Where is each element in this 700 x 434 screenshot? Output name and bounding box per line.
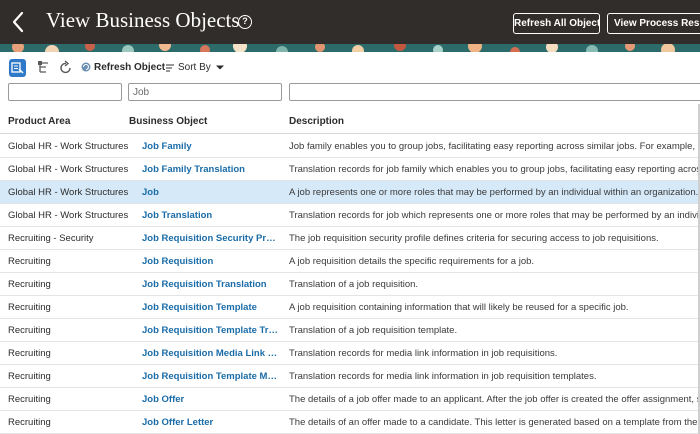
table-row[interactable]: Recruiting Job Requisition Template Tran…	[0, 319, 700, 342]
table-row[interactable]: Recruiting Job Requisition Template Medi…	[0, 365, 700, 388]
business-object-link[interactable]: Job Requisition Media Link Tran...	[142, 348, 280, 359]
tree-icon[interactable]	[36, 59, 52, 77]
table-row[interactable]: Recruiting Job Requisition Translation T…	[0, 273, 700, 296]
product-area-cell: Recruiting	[8, 371, 51, 382]
description-cell: Translation of a job requisition.	[289, 279, 419, 290]
page-header: View Business Objects ? Refresh All Obje…	[0, 0, 700, 44]
back-chevron-icon[interactable]	[8, 8, 28, 36]
description-cell: Translation records for media link infor…	[289, 348, 558, 359]
sort-by-button[interactable]: Sort By	[178, 62, 211, 73]
refresh-object-button[interactable]: Refresh Object	[94, 62, 165, 73]
refresh-object-icon[interactable]	[79, 59, 93, 77]
table-header: Product Area Business Object Description	[0, 108, 700, 134]
business-object-link[interactable]: Job Requisition Security Profile	[142, 233, 280, 244]
product-area-cell: Global HR - Work Structures	[8, 141, 129, 152]
product-area-cell: Recruiting	[8, 256, 51, 267]
product-area-cell: Global HR - Work Structures	[8, 187, 129, 198]
business-object-filter-input[interactable]	[128, 83, 282, 101]
page-title: View Business Objects	[46, 8, 240, 32]
help-icon[interactable]: ?	[238, 15, 252, 29]
table-body: Global HR - Work Structures Job Family J…	[0, 135, 700, 434]
description-cell: Translation records for media link infor…	[289, 371, 597, 382]
select-mode-icon[interactable]	[9, 59, 26, 77]
sort-icon[interactable]	[164, 59, 176, 77]
dropdown-caret-icon[interactable]	[215, 59, 225, 77]
product-area-cell: Recruiting	[8, 417, 51, 428]
table-row[interactable]: Recruiting - Security Job Requisition Se…	[0, 227, 700, 250]
description-cell: The details of an offer made to a candid…	[289, 417, 700, 428]
product-area-cell: Recruiting	[8, 302, 51, 313]
description-cell: Translation records for job family which…	[289, 164, 700, 175]
business-object-link[interactable]: Job Requisition Template Media...	[142, 371, 280, 382]
description-cell: Translation of a job requisition templat…	[289, 325, 458, 336]
product-area-cell: Recruiting	[8, 394, 51, 405]
description-cell: A job represents one or more roles that …	[289, 187, 699, 198]
table-row[interactable]: Recruiting Job Offer Letter The details …	[0, 411, 700, 434]
business-object-link[interactable]: Job Translation	[142, 210, 280, 221]
business-object-link[interactable]: Job	[142, 187, 280, 198]
product-area-cell: Global HR - Work Structures	[8, 164, 129, 175]
product-area-cell: Recruiting	[8, 325, 51, 336]
product-area-cell: Recruiting - Security	[8, 233, 94, 244]
description-filter-input[interactable]	[289, 83, 700, 101]
product-area-filter-input[interactable]	[8, 83, 122, 101]
business-object-link[interactable]: Job Offer Letter	[142, 417, 280, 428]
column-header-business-object[interactable]: Business Object	[129, 116, 207, 127]
business-object-link[interactable]: Job Family	[142, 141, 280, 152]
refresh-icon[interactable]	[58, 59, 74, 77]
table-row[interactable]: Recruiting Job Requisition Template A jo…	[0, 296, 700, 319]
business-object-link[interactable]: Job Offer	[142, 394, 280, 405]
view-process-results-button[interactable]: View Process Results	[607, 13, 700, 34]
business-object-link[interactable]: Job Requisition Translation	[142, 279, 280, 290]
description-cell: Translation records for job which repres…	[289, 210, 700, 221]
table-row[interactable]: Global HR - Work Structures Job Family J…	[0, 135, 700, 158]
business-object-link[interactable]: Job Family Translation	[142, 164, 280, 175]
business-object-link[interactable]: Job Requisition Template Transl...	[142, 325, 280, 336]
column-header-product-area[interactable]: Product Area	[8, 116, 70, 127]
description-cell: A job requisition details the specific r…	[289, 256, 535, 267]
product-area-cell: Global HR - Work Structures	[8, 210, 129, 221]
table-row-selected[interactable]: Global HR - Work Structures Job A job re…	[0, 181, 700, 204]
table-row[interactable]: Recruiting Job Requisition A job requisi…	[0, 250, 700, 273]
table-row[interactable]: Global HR - Work Structures Job Translat…	[0, 204, 700, 227]
description-cell: The job requisition security profile def…	[289, 233, 659, 244]
description-cell: A job requisition containing information…	[289, 302, 629, 313]
decorative-banner	[0, 44, 700, 52]
table-row[interactable]: Global HR - Work Structures Job Family T…	[0, 158, 700, 181]
product-area-cell: Recruiting	[8, 348, 51, 359]
column-header-description[interactable]: Description	[289, 116, 344, 127]
toolbar: Refresh Object Sort By	[0, 56, 700, 80]
table-row[interactable]: Recruiting Job Requisition Media Link Tr…	[0, 342, 700, 365]
refresh-all-objects-button[interactable]: Refresh All Objects	[513, 13, 600, 34]
description-cell: The details of a job offer made to an ap…	[289, 394, 700, 405]
product-area-cell: Recruiting	[8, 279, 51, 290]
business-object-link[interactable]: Job Requisition Template	[142, 302, 280, 313]
table-row[interactable]: Recruiting Job Offer The details of a jo…	[0, 388, 700, 411]
description-cell: Job family enables you to group jobs, fa…	[289, 141, 700, 152]
business-object-link[interactable]: Job Requisition	[142, 256, 280, 267]
